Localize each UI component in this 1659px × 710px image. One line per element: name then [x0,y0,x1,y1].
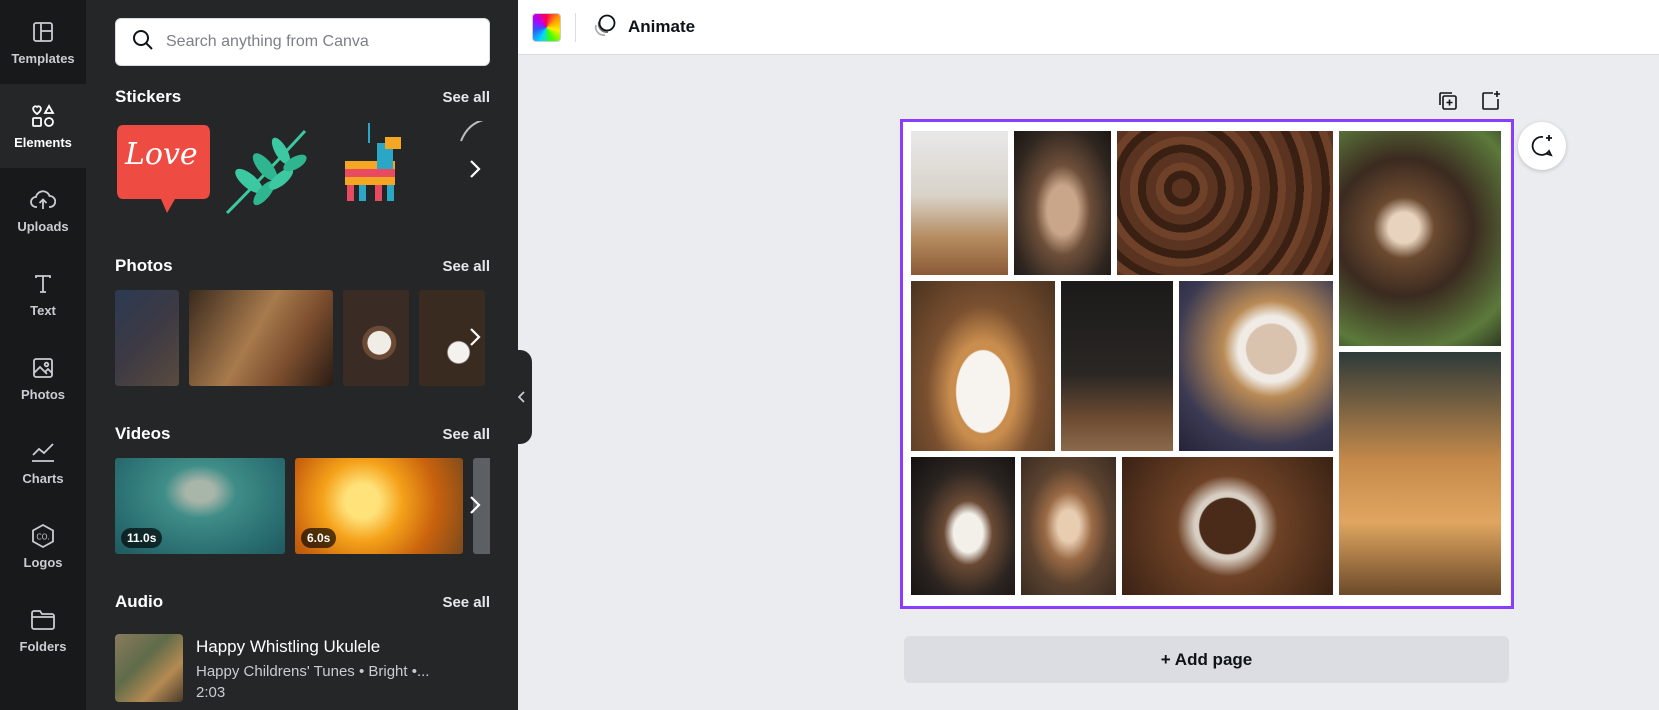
add-page-button[interactable]: + Add page [904,636,1509,683]
photo-thumb-latte-top[interactable] [343,290,409,386]
photo-thumb-couple-coffee[interactable] [189,290,333,386]
templates-icon [30,19,56,45]
canva-editor: Templates Elements Uploads Text Photos C… [0,0,1659,710]
audio-cover-art[interactable] [115,634,183,702]
photo-thumb-coffee-table[interactable] [115,290,179,386]
videos-heading: Videos [115,424,171,443]
collage-photo-latte-art-cup[interactable] [911,281,1055,451]
video-duration-badge: 11.0s [121,528,163,548]
animate-button[interactable]: Animate [592,12,695,42]
collage-photo-coffee-croissant[interactable] [1179,281,1333,451]
rail-item-label: Elements [14,134,72,150]
design-page[interactable] [900,119,1514,609]
rail-item-label: Folders [19,638,67,654]
video-duration-badge: 6.0s [301,528,337,548]
collage-photo-beans-in-cup[interactable] [1122,457,1333,595]
search-icon [132,29,154,56]
videos-row: 11.0s 6.0s [115,458,490,554]
photos-row [115,290,490,386]
add-new-page-button[interactable] [1478,88,1504,114]
photos-icon [30,355,56,381]
sticker-love-text: Love [125,137,198,172]
rail-item-label: Charts [22,470,64,486]
chevron-right-icon [470,328,481,346]
collage-photo-iced-coffee-hand[interactable] [911,131,1008,275]
audio-track-title[interactable]: Happy Whistling Ukulele [196,637,380,657]
chevron-right-icon [470,160,481,178]
color-picker-button[interactable] [532,13,561,42]
photos-see-all[interactable]: See all [442,258,490,275]
rail-item-label: Templates [11,50,75,66]
sticker-love[interactable]: Love [115,121,212,221]
elements-icon [30,103,56,129]
rail-item-uploads[interactable]: Uploads [0,168,86,252]
svg-text:CO.: CO. [36,532,49,541]
chevron-left-icon [518,391,525,403]
add-comment-button[interactable] [1518,122,1566,170]
sticker-pinata[interactable] [327,121,415,221]
photos-heading: Photos [115,256,173,275]
left-rail: Templates Elements Uploads Text Photos C… [0,0,86,710]
rail-item-label: Text [30,302,56,318]
stickers-see-all[interactable]: See all [442,89,490,106]
rail-item-elements[interactable]: Elements [0,84,86,168]
text-icon [30,271,56,297]
duplicate-page-icon [1439,92,1457,110]
audio-see-all[interactable]: See all [442,594,490,611]
upload-cloud-icon [30,187,56,213]
audio-track-subtitle: Happy Childrens' Tunes • Bright •... [196,663,430,680]
rail-item-folders[interactable]: Folders [0,588,86,672]
audio-heading: Audio [115,592,164,611]
animate-label: Animate [628,17,696,36]
audio-track-duration: 2:03 [196,684,226,701]
videos-see-all[interactable]: See all [442,426,490,443]
add-page-icon [1482,91,1500,110]
animate-icon [592,12,618,43]
rail-item-logos[interactable]: CO. Logos [0,504,86,588]
videos-next-arrow[interactable] [460,490,490,520]
add-comment-icon [1531,135,1553,157]
rail-item-label: Uploads [17,218,69,234]
rail-item-charts[interactable]: Charts [0,420,86,504]
photos-next-arrow[interactable] [460,322,490,352]
folder-icon [30,607,56,633]
logos-icon: CO. [30,523,56,549]
rail-item-photos[interactable]: Photos [0,336,86,420]
toolbar-divider [575,13,576,42]
video-thumb-aerial-sea[interactable]: 11.0s [115,458,285,554]
collage-photo-cheers-cups[interactable] [1339,131,1501,346]
editor-toolbar: Animate [518,0,1659,55]
collage-photo-iced-coffee-splash[interactable] [1339,352,1501,595]
rail-item-templates[interactable]: Templates [0,0,86,84]
collage-photo-mocha-glass[interactable] [1021,457,1116,595]
video-thumb-orange-ink[interactable]: 6.0s [295,458,463,554]
collage-photo-espresso-machine[interactable] [911,457,1015,595]
stickers-heading: Stickers [115,87,182,106]
duplicate-page-button[interactable] [1435,88,1461,114]
chevron-right-icon [470,496,481,514]
collapse-panel-button[interactable] [512,350,532,444]
stickers-next-arrow[interactable] [460,154,490,184]
charts-icon [30,439,56,465]
search-box[interactable] [115,18,490,66]
stickers-row: Love [115,121,490,221]
rail-item-text[interactable]: Text [0,252,86,336]
rail-item-label: Photos [20,386,66,402]
search-input[interactable] [166,33,466,51]
rail-item-label: Logos [23,554,63,570]
sticker-leaf-branch[interactable] [219,121,319,221]
collage-photo-iced-latte-glass[interactable] [1014,131,1111,275]
collage-photo-coffee-beans[interactable] [1117,131,1333,275]
collage-photo-dark-mugs[interactable] [1061,281,1173,451]
elements-panel: Stickers See all Love [86,0,518,710]
